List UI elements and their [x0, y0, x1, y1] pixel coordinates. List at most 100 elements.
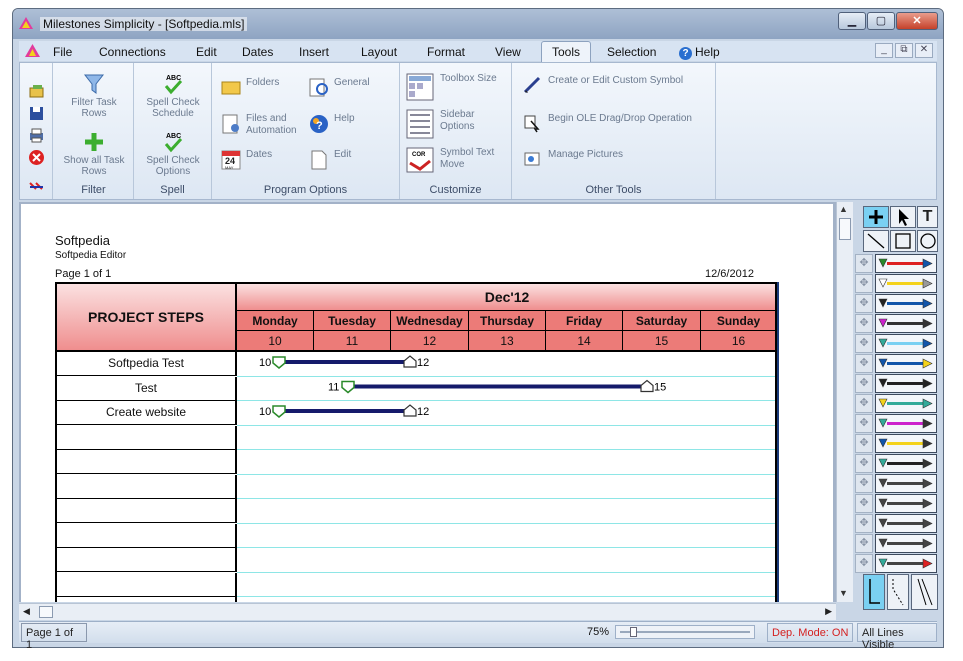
maximize-button[interactable]: ▢	[867, 12, 895, 30]
symbol-style-preview[interactable]	[875, 274, 937, 293]
app-menu-icon[interactable]	[25, 44, 40, 59]
minimize-button[interactable]: ▁	[838, 12, 866, 30]
menu-dates[interactable]: Dates	[242, 45, 273, 59]
menu-tools[interactable]: Tools	[541, 41, 592, 62]
horizontal-scrollbar[interactable]: ◀ ▶	[19, 603, 836, 620]
symbol-style-preview[interactable]	[875, 254, 937, 273]
exit-icon[interactable]	[28, 149, 45, 166]
print-icon[interactable]	[28, 127, 45, 144]
symbol-style-preview[interactable]	[875, 334, 937, 353]
symbol-handle-icon[interactable]: ✥	[855, 494, 873, 513]
symbol-handle-icon[interactable]: ✥	[855, 454, 873, 473]
mdi-minimize-button[interactable]: _	[875, 43, 893, 58]
scroll-left-icon[interactable]: ◀	[23, 606, 30, 617]
symbol-style-row[interactable]: ✥	[855, 374, 947, 393]
symbol-handle-icon[interactable]: ✥	[855, 314, 873, 333]
filter-task-rows-button[interactable]: Filter Task Rows	[58, 73, 130, 119]
ellipse-tool[interactable]	[917, 230, 938, 252]
symbol-style-row[interactable]: ✥	[855, 294, 947, 313]
symbol-style-preview[interactable]	[875, 514, 937, 533]
symbol-handle-icon[interactable]: ✥	[855, 334, 873, 353]
end-milestone[interactable]	[403, 355, 417, 368]
open-icon[interactable]	[28, 83, 45, 100]
customize-qat-icon[interactable]	[28, 181, 45, 193]
menu-layout[interactable]: Layout	[361, 45, 397, 59]
symbol-style-preview[interactable]	[875, 294, 937, 313]
symbol-handle-icon[interactable]: ✥	[855, 354, 873, 373]
symbol-style-preview[interactable]	[875, 474, 937, 493]
horizontal-scroll-thumb[interactable]	[39, 606, 53, 618]
symbol-style-row[interactable]: ✥	[855, 534, 947, 553]
dotted-connector-tool[interactable]	[887, 574, 909, 610]
document-canvas[interactable]: Softpedia Softpedia Editor Page 1 of 1 1…	[19, 202, 836, 602]
symbol-style-row[interactable]: ✥	[855, 314, 947, 333]
symbol-style-row[interactable]: ✥	[855, 414, 947, 433]
symbol-handle-icon[interactable]: ✥	[855, 394, 873, 413]
symbol-style-preview[interactable]	[875, 394, 937, 413]
symbol-handle-icon[interactable]: ✥	[855, 374, 873, 393]
scroll-up-icon[interactable]: ▲	[839, 204, 848, 214]
line-tool[interactable]	[863, 230, 889, 252]
menu-insert[interactable]: Insert	[299, 45, 329, 59]
task-bar[interactable]	[279, 409, 410, 413]
symbol-handle-icon[interactable]: ✥	[855, 474, 873, 493]
symbol-style-row[interactable]: ✥	[855, 334, 947, 353]
symbol-style-preview[interactable]	[875, 354, 937, 373]
menu-help[interactable]: ? Help	[679, 45, 720, 60]
symbol-style-row[interactable]: ✥	[855, 474, 947, 493]
menu-format[interactable]: Format	[427, 45, 465, 59]
symbol-style-row[interactable]: ✥	[855, 354, 947, 373]
symbol-style-row[interactable]: ✥	[855, 494, 947, 513]
title-bar[interactable]: Milestones Simplicity - [Softpedia.mls] …	[13, 9, 943, 39]
plus-tool[interactable]	[863, 206, 889, 228]
mdi-close-button[interactable]: ✕	[915, 43, 933, 58]
menu-connections[interactable]: Connections	[99, 45, 166, 59]
spell-check-options-button[interactable]: ABC Spell Check Options	[137, 131, 209, 177]
zoom-slider-thumb[interactable]	[630, 627, 637, 637]
symbol-handle-icon[interactable]: ✥	[855, 414, 873, 433]
symbol-handle-icon[interactable]: ✥	[855, 294, 873, 313]
menu-selection[interactable]: Selection	[607, 45, 656, 59]
menu-view[interactable]: View	[495, 45, 521, 59]
symbol-handle-icon[interactable]: ✥	[855, 534, 873, 553]
text-tool[interactable]: T	[917, 206, 938, 228]
symbol-style-preview[interactable]	[875, 314, 937, 333]
symbol-handle-icon[interactable]: ✥	[855, 274, 873, 293]
scroll-right-icon[interactable]: ▶	[825, 606, 832, 617]
symbol-style-preview[interactable]	[875, 454, 937, 473]
show-all-task-rows-button[interactable]: Show all Task Rows	[58, 131, 130, 177]
spell-check-schedule-button[interactable]: ABC Spell Check Schedule	[137, 73, 209, 119]
status-dep-mode[interactable]: Dep. Mode: ON	[767, 623, 854, 642]
mdi-restore-button[interactable]: ⧉	[895, 43, 913, 58]
symbol-handle-icon[interactable]: ✥	[855, 434, 873, 453]
symbol-style-row[interactable]: ✥	[855, 554, 947, 573]
close-button[interactable]: ✕	[896, 12, 938, 30]
rect-tool[interactable]	[890, 230, 916, 252]
end-milestone[interactable]	[640, 379, 654, 393]
symbol-style-row[interactable]: ✥	[855, 434, 947, 453]
task-bar-style-tool[interactable]	[863, 574, 885, 610]
save-icon[interactable]	[28, 105, 45, 122]
symbol-style-row[interactable]: ✥	[855, 394, 947, 413]
symbol-style-preview[interactable]	[875, 554, 937, 573]
start-milestone[interactable]	[341, 380, 355, 394]
end-milestone[interactable]	[403, 404, 417, 417]
start-milestone[interactable]	[272, 356, 286, 369]
zoom-slider[interactable]	[615, 625, 755, 639]
scroll-down-icon[interactable]: ▼	[839, 588, 848, 598]
vertical-scroll-thumb[interactable]	[839, 218, 851, 240]
symbol-style-row[interactable]: ✥	[855, 254, 947, 273]
symbol-style-preview[interactable]	[875, 434, 937, 453]
symbol-style-row[interactable]: ✥	[855, 514, 947, 533]
gantt-chart[interactable]: PROJECT STEPS Dec'12 Monday 10 Tuesday 11 We…	[55, 282, 777, 602]
symbol-handle-icon[interactable]: ✥	[855, 254, 873, 273]
menu-file[interactable]: File	[53, 45, 72, 59]
task-bar[interactable]	[348, 384, 647, 389]
vertical-scrollbar[interactable]: ▲ ▼	[836, 202, 853, 602]
symbol-style-row[interactable]: ✥	[855, 274, 947, 293]
symbol-handle-icon[interactable]: ✥	[855, 514, 873, 533]
symbol-style-preview[interactable]	[875, 374, 937, 393]
arrow-tool[interactable]	[890, 206, 916, 228]
menu-edit[interactable]: Edit	[196, 45, 217, 59]
symbol-style-preview[interactable]	[875, 414, 937, 433]
